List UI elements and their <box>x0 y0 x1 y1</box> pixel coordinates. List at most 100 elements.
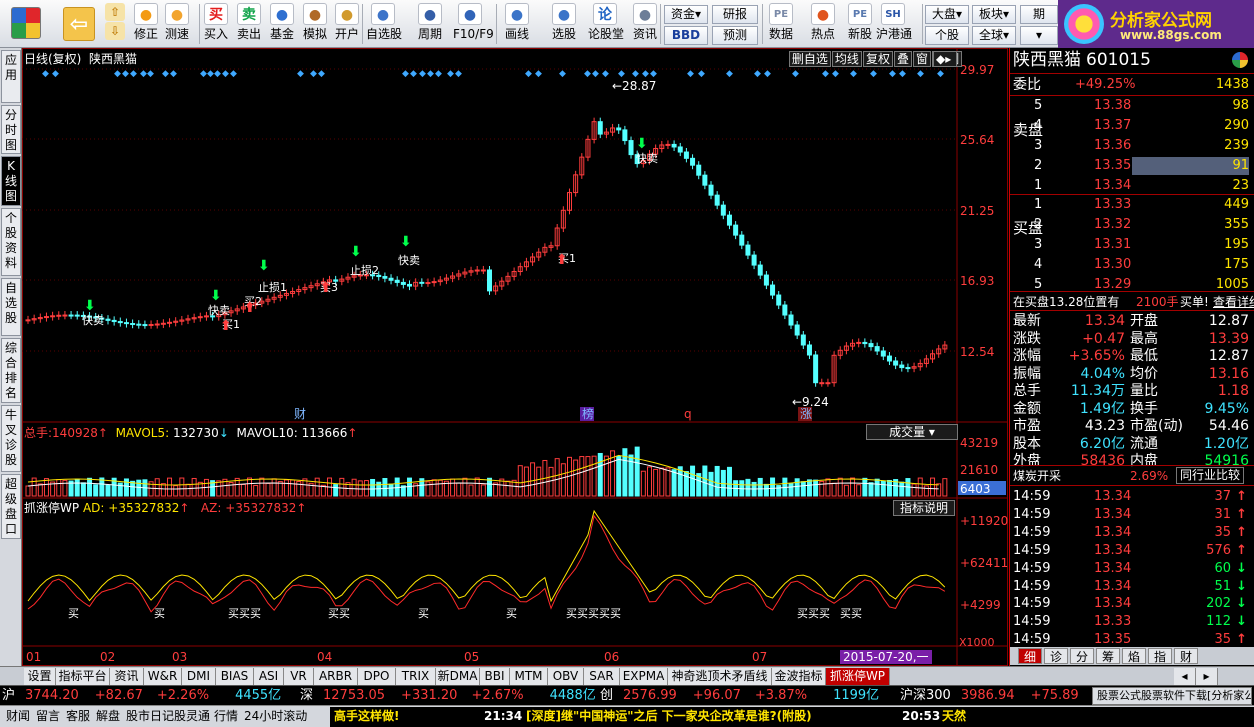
bottom-tab[interactable]: ARBR <box>314 668 358 685</box>
indicator-help-button[interactable]: 指标说明 <box>893 500 955 516</box>
status-item[interactable]: 留言 <box>36 708 60 725</box>
kline-chart-area[interactable]: 29.97 25.64 21.25 16.93 12.54 ◆ ◆ ◆ ◆ ◆ ◆ ◆ ◆ ◆ ◆ ◆ ◆ ◆ ◆ ◆… <box>22 48 1008 666</box>
app-color-icon[interactable] <box>1232 52 1248 68</box>
status-item[interactable]: 股市日记 <box>126 708 174 725</box>
bottom-tab[interactable]: 指标平台 <box>56 668 110 685</box>
status-item[interactable]: 客服 <box>66 708 90 725</box>
chart-btn-1[interactable]: 均线 <box>831 51 862 67</box>
data-button[interactable]: PE 数据 <box>764 3 798 47</box>
index-quote[interactable]: 深 12753.05 +331.20 +2.67% 4488亿 <box>300 688 596 704</box>
stock-button[interactable]: 个股 <box>925 26 969 45</box>
sell-button[interactable]: 卖卖出 <box>232 3 266 47</box>
chart-btn-0[interactable]: 删自选 <box>788 51 831 67</box>
sell-level-row[interactable]: 4 13.37 290 <box>1010 117 1254 135</box>
status-item[interactable]: 24小时滚动 <box>244 708 307 725</box>
sector-compare-button[interactable]: 同行业比较 <box>1176 467 1245 484</box>
bottom-tab[interactable]: 新DMA <box>436 668 480 685</box>
open-button[interactable]: ● 开户 <box>330 3 364 47</box>
left-tab-kline[interactable]: K线图 <box>1 156 21 206</box>
bottom-tab[interactable]: VR <box>284 668 314 685</box>
f10-button[interactable]: ● F10/F9 <box>453 3 494 47</box>
hot-button[interactable]: ● 热点 <box>806 3 840 47</box>
forecast-button[interactable]: 预测 <box>712 26 758 45</box>
left-tab-watch[interactable]: 自选股 <box>1 278 21 336</box>
sector-button[interactable]: 板块▾ <box>972 5 1016 24</box>
bottom-tab[interactable]: 神奇逃顶术矛盾线 <box>668 668 772 685</box>
left-tab-rank[interactable]: 综合排名 <box>1 338 21 403</box>
revise-button[interactable]: ● 修正 <box>129 3 163 47</box>
bottom-tab[interactable]: DMI <box>182 668 216 685</box>
quote-subtab[interactable]: 筹 <box>1096 648 1120 664</box>
notice-detail-link[interactable]: 查看详细 <box>1213 293 1254 311</box>
tab-scroll-right[interactable]: ▸ <box>1196 668 1218 685</box>
bottom-tab[interactable]: TRIX <box>396 668 436 685</box>
bottom-tab[interactable]: MTM <box>510 668 548 685</box>
status-item[interactable]: 股灵通 <box>174 708 210 725</box>
buy-button[interactable]: 买买入 <box>199 3 233 47</box>
tab-scroll-left[interactable]: ◂ <box>1174 668 1196 685</box>
bottom-tab[interactable]: OBV <box>548 668 584 685</box>
bottom-tab[interactable]: EXPMA <box>620 668 668 685</box>
bottom-tab[interactable]: DPO <box>358 668 396 685</box>
draw-button[interactable]: ● 画线 <box>500 3 534 47</box>
left-tab-profile[interactable]: 个股资料 <box>1 208 21 276</box>
chart-btn-3[interactable]: 叠 <box>893 51 912 67</box>
left-tab-superboard[interactable]: 超级盘口 <box>1 474 21 539</box>
bottom-tab[interactable]: SAR <box>584 668 620 685</box>
period-button[interactable]: ● 周期 <box>413 3 447 47</box>
buy-level-row[interactable]: 2 13.32 355 <box>1010 216 1254 234</box>
global-button[interactable]: 全球▾ <box>972 26 1016 45</box>
left-tab-apps[interactable]: 应用 <box>1 50 21 103</box>
ad-popup[interactable]: 股票公式股票软件下载[分析家公式网]www.88gs.com <box>1092 687 1252 705</box>
page-updown-button[interactable]: ⇧ ⇩ <box>104 3 126 47</box>
bottom-tab[interactable]: 金波指标 <box>772 668 826 685</box>
chart-btn-2[interactable]: 复权 <box>862 51 893 67</box>
newstock-button[interactable]: PE 新股 <box>843 3 877 47</box>
quote-subtab[interactable]: 分 <box>1070 648 1094 664</box>
research-button[interactable]: 研报 <box>712 5 758 24</box>
simulate-button[interactable]: ● 模拟 <box>298 3 332 47</box>
volume-type-button[interactable]: 成交量 ▾ <box>866 424 958 440</box>
bottom-tab[interactable]: BBI <box>480 668 510 685</box>
futures-dropdown-button[interactable]: ▾ <box>1020 26 1058 45</box>
news-button[interactable]: ● 资讯 <box>628 3 662 47</box>
bottom-tab[interactable]: BIAS <box>216 668 254 685</box>
sell-level-row[interactable]: 3 13.36 239 <box>1010 137 1254 155</box>
buy-level-row[interactable]: 3 13.31 195 <box>1010 236 1254 254</box>
watchlist-button[interactable]: ● 自选股 <box>366 3 402 47</box>
bottom-tab[interactable]: 抓涨停WP <box>826 668 890 685</box>
futures-button[interactable]: 期 <box>1020 5 1058 24</box>
fund-button[interactable]: ● 基金 <box>265 3 299 47</box>
status-item[interactable]: 解盘 <box>96 708 120 725</box>
quote-subtab[interactable]: 细 <box>1018 648 1042 664</box>
sell-level-row[interactable]: 2 13.35 91 <box>1010 157 1254 175</box>
index-quote[interactable]: 沪 3744.20 +82.67 +2.26% 4455亿 <box>2 688 281 704</box>
chart-menu-button[interactable]: ◆▸ <box>933 51 957 67</box>
bottom-tab[interactable]: 设置 <box>24 668 56 685</box>
quote-subtab[interactable]: 指 <box>1148 648 1172 664</box>
index-quote[interactable]: 创 2576.99 +96.07 +3.87% 1199亿 <box>600 688 879 704</box>
buy-level-row[interactable]: 1 13.33 449 <box>1010 196 1254 214</box>
quote-subtab[interactable]: 焰 <box>1122 648 1146 664</box>
cash-button[interactable]: 资金▾ <box>664 5 708 24</box>
left-tab-timeshare[interactable]: 分时图 <box>1 105 21 154</box>
quote-subtab[interactable]: 诊 <box>1044 648 1068 664</box>
select-button[interactable]: ● 选股 <box>547 3 581 47</box>
sell-level-row[interactable]: 1 13.34 23 <box>1010 177 1254 195</box>
bottom-tab[interactable]: W&R <box>144 668 182 685</box>
hkconnect-button[interactable]: SH 沪港通 <box>876 3 912 47</box>
left-tab-diagnose[interactable]: 牛叉诊股 <box>1 405 21 472</box>
test-button[interactable]: ● 测速 <box>160 3 194 47</box>
bbd-button[interactable]: BBD <box>664 26 708 45</box>
forum-button[interactable]: 论论股堂 <box>588 3 624 47</box>
quote-subtab[interactable]: 财 <box>1174 648 1198 664</box>
chart-btn-4[interactable]: 窗 <box>912 51 931 67</box>
market-button[interactable]: 大盘▾ <box>925 5 969 24</box>
back-button[interactable]: ⇦ <box>60 3 98 47</box>
sell-level-row[interactable]: 5 13.38 98 <box>1010 97 1254 115</box>
bottom-tab[interactable]: ASI <box>254 668 284 685</box>
status-item[interactable]: 财闻 <box>6 708 30 725</box>
status-item[interactable]: 行情 <box>214 708 238 725</box>
buy-level-row[interactable]: 4 13.30 175 <box>1010 256 1254 274</box>
bottom-tab[interactable]: 资讯 <box>110 668 144 685</box>
